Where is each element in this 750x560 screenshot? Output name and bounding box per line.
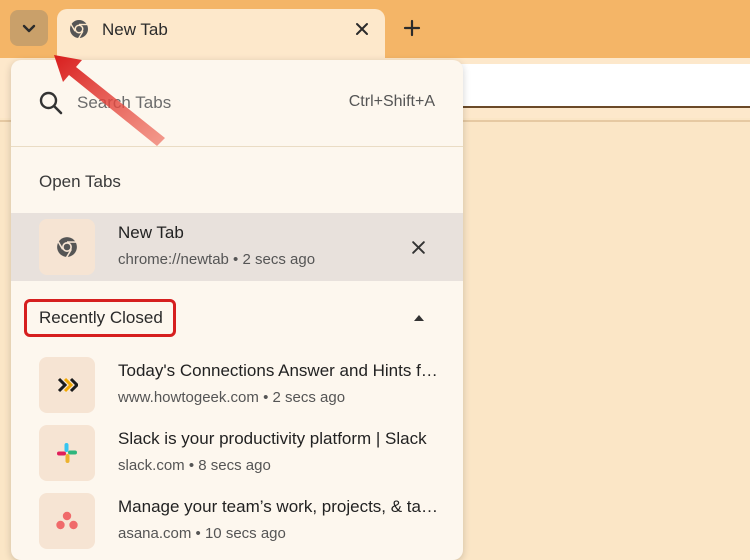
new-tab-button[interactable]	[400, 16, 424, 40]
tab-search-button[interactable]	[10, 10, 48, 46]
tab-item-meta: slack.com • 8 secs ago	[118, 457, 271, 474]
tab-item-url: www.howtogeek.com	[118, 389, 259, 406]
favicon-box	[39, 219, 95, 275]
tab-item-title: Slack is your productivity platform | Sl…	[118, 429, 427, 448]
tab-item-url: slack.com	[118, 457, 185, 474]
tab-title: New Tab	[102, 20, 168, 39]
chevron-down-icon	[22, 24, 36, 33]
tab-item-meta: asana.com • 10 secs ago	[118, 525, 286, 542]
search-divider	[11, 146, 463, 147]
chrome-icon	[57, 237, 77, 258]
open-tabs-heading: Open Tabs	[39, 172, 121, 191]
chrome-icon	[70, 20, 88, 39]
tab-item-meta: chrome://newtab • 2 secs ago	[118, 251, 316, 268]
search-shortcut: Ctrl+Shift+A	[348, 93, 435, 110]
recently-closed-item[interactable]: Slack is your productivity platform | Sl…	[11, 419, 463, 487]
slack-icon	[57, 443, 77, 463]
tab-item-meta: www.howtogeek.com • 2 secs ago	[118, 389, 346, 406]
recently-closed-item[interactable]: Manage your team’s work, projects, & tas…	[11, 487, 463, 555]
caret-up-icon	[414, 315, 424, 321]
favicon-box	[39, 425, 95, 481]
tab-item-time: 10 secs ago	[204, 525, 286, 542]
tab-item-time: 8 secs ago	[198, 457, 271, 474]
recently-closed-heading: Recently Closed	[39, 308, 163, 327]
asana-icon	[56, 511, 78, 530]
favicon-box	[39, 493, 95, 549]
tab-item-url: asana.com	[118, 525, 192, 542]
tab-item-title: Manage your team’s work, projects, & tas…	[118, 497, 438, 516]
tab-item-time: 2 secs ago	[242, 251, 316, 268]
tab-strip: New Tab	[0, 0, 750, 59]
tab-item-title: New Tab	[118, 223, 184, 242]
recently-closed-header[interactable]: Recently Closed	[11, 290, 463, 348]
close-icon	[411, 240, 425, 254]
close-icon	[356, 23, 368, 35]
active-tab[interactable]: New Tab	[57, 9, 385, 59]
plus-icon	[403, 19, 421, 37]
search-row: Ctrl+Shift+A	[11, 60, 463, 146]
address-bar[interactable]	[430, 64, 750, 108]
search-tabs-input[interactable]	[77, 90, 307, 116]
recently-closed-item[interactable]: Today's Connections Answer and Hints for…	[11, 351, 463, 419]
open-tab-item[interactable]: New Tab chrome://newtab • 2 secs ago	[11, 213, 463, 281]
tab-close-button[interactable]	[350, 17, 374, 41]
close-tab-button[interactable]	[406, 235, 430, 259]
favicon-box	[39, 357, 95, 413]
howtogeek-icon	[57, 377, 78, 393]
search-icon	[39, 91, 63, 115]
tab-item-title: Today's Connections Answer and Hints for…	[118, 361, 438, 380]
tab-item-time: 2 secs ago	[272, 389, 346, 406]
collapse-button[interactable]	[409, 308, 429, 328]
tab-item-url: chrome://newtab	[118, 251, 229, 268]
tab-search-menu: Ctrl+Shift+A Open Tabs New Tab chrome://…	[11, 60, 463, 560]
